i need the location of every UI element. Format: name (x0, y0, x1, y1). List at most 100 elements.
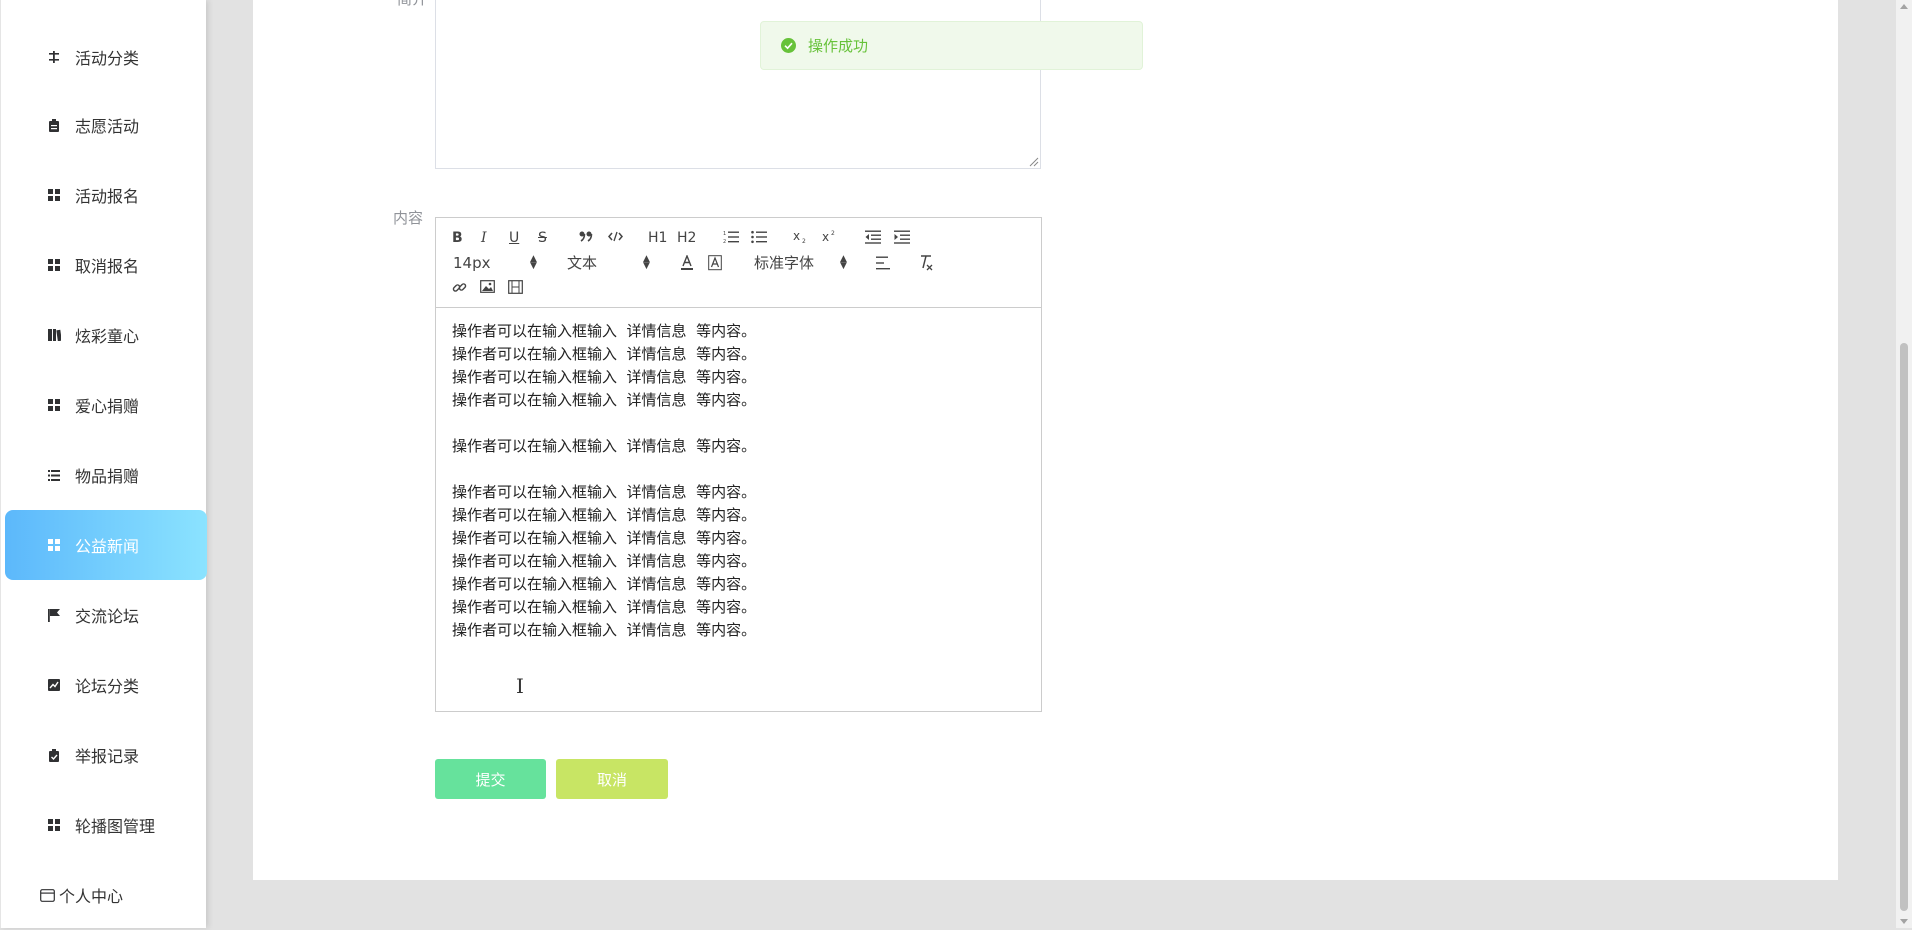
chevron-up-down-icon: ▲ ▼ (643, 254, 650, 271)
ordered-list-icon[interactable]: 12 (723, 230, 739, 244)
underline-button[interactable]: U (509, 230, 519, 246)
chevron-up-down-icon: ▲ ▼ (840, 254, 847, 271)
sidebar-item-label: 交流论坛 (75, 607, 140, 626)
sidebar-item-forum[interactable]: 交流论坛 (5, 580, 207, 650)
editor-paragraph: 操作者可以在输入框输入 详情信息 等内容。 (452, 322, 757, 340)
editor-paragraph: 操作者可以在输入框输入 详情信息 等内容。 (452, 437, 757, 455)
editor-paragraph: 操作者可以在输入框输入 详情信息 等内容。 (452, 552, 757, 570)
blockquote-icon[interactable] (579, 231, 593, 242)
content-label: 内容 (393, 209, 424, 227)
sidebar-item-label: 志愿活动 (75, 117, 140, 136)
svg-text:x: x (793, 230, 800, 243)
sidebar-item-activity-signup[interactable]: 活动报名 (5, 160, 207, 230)
sidebar-item-cancel-signup[interactable]: 取消报名 (5, 230, 207, 300)
editor-paragraph: 操作者可以在输入框输入 详情信息 等内容。 (452, 506, 757, 524)
header-select[interactable]: 文本 ▲ ▼ (567, 254, 659, 272)
success-toast: 操作成功 (760, 21, 1143, 70)
background-color-icon[interactable] (708, 255, 722, 271)
indent-icon[interactable] (894, 230, 910, 244)
link-icon[interactable] (452, 280, 467, 295)
image-icon[interactable] (480, 280, 495, 293)
editor-paragraph: 操作者可以在输入框输入 详情信息 等内容。 (452, 598, 757, 616)
grid-icon (47, 398, 61, 412)
font-family-select[interactable]: 标准字体 ▲ ▼ (754, 254, 854, 272)
sidebar-item-label: 公益新闻 (75, 537, 140, 556)
strike-button[interactable]: S (538, 230, 547, 246)
scroll-up-icon[interactable] (1900, 4, 1908, 9)
editor-paragraph: 操作者可以在输入框输入 详情信息 等内容。 (452, 483, 757, 501)
clipboard-icon (47, 118, 61, 132)
cancel-button[interactable]: 取消 (556, 759, 668, 799)
sliders-icon (47, 50, 61, 64)
italic-button[interactable]: I (481, 230, 487, 246)
sidebar-item-forum-category[interactable]: 论坛分类 (5, 650, 207, 720)
sidebar-menu: 活动分类 志愿活动 活动报名 取消报名 炫彩童心 爱心捐赠 物品捐赠 公益新闻 … (0, 0, 207, 930)
svg-text:1: 1 (723, 231, 726, 237)
check-circle-icon (781, 38, 796, 53)
editor-paragraph: 操作者可以在输入框输入 详情信息 等内容。 (452, 391, 757, 409)
sidebar-item-label: 炫彩童心 (75, 327, 140, 346)
bold-button[interactable]: B (452, 230, 463, 246)
outdent-icon[interactable] (865, 230, 881, 244)
font-family-value: 标准字体 (754, 254, 815, 272)
sidebar-item-label: 个人中心 (59, 887, 124, 906)
font-size-select[interactable]: 14px ▲ ▼ (453, 254, 545, 272)
clear-format-icon[interactable] (917, 255, 934, 271)
editor-paragraph (452, 458, 1032, 481)
sidebar-item-love-donation[interactable]: 爱心捐赠 (5, 370, 207, 440)
sidebar-item-label: 活动报名 (75, 187, 140, 206)
superscript-icon[interactable]: x2 (822, 229, 838, 243)
grid-icon (47, 818, 61, 832)
grid-icon (47, 538, 61, 552)
chart-icon (47, 678, 61, 692)
editor-paragraph: 操作者可以在输入框输入 详情信息 等内容。 (452, 575, 757, 593)
svg-text:x: x (822, 230, 829, 243)
svg-text:2: 2 (723, 239, 726, 244)
code-block-icon[interactable] (608, 231, 623, 242)
sidebar-item-charity-news[interactable]: 公益新闻 (5, 510, 207, 580)
list-icon (47, 468, 61, 482)
scroll-down-icon[interactable] (1900, 919, 1908, 924)
sidebar-item-label: 轮播图管理 (75, 817, 156, 836)
book-icon (47, 328, 61, 342)
editor-paragraph: 操作者可以在输入框输入 详情信息 等内容。 (452, 345, 757, 363)
sidebar-item-report-records[interactable]: 举报记录 (5, 720, 207, 790)
grid-icon (47, 188, 61, 202)
sidebar-item-personal-center[interactable]: 个人中心 (5, 860, 207, 930)
submit-button[interactable]: 提交 (435, 759, 546, 799)
align-icon[interactable] (876, 256, 892, 270)
grid-icon (47, 258, 61, 272)
rich-text-editor: B I U S H1 H2 12 x2 x2 14px ▲ ▼ 文本 ▲ ▼ 标… (435, 217, 1042, 712)
sidebar-item-activity-category[interactable]: 活动分类 (5, 22, 207, 92)
card-icon (39, 888, 55, 902)
summary-label: 简介 (397, 0, 427, 9)
toast-message: 操作成功 (808, 37, 869, 55)
editor-paragraph: 操作者可以在输入框输入 详情信息 等内容。 (452, 621, 757, 639)
page-scrollbar[interactable] (1896, 0, 1912, 928)
bullet-list-icon[interactable] (751, 230, 767, 244)
sidebar-item-label: 活动分类 (75, 49, 140, 68)
sidebar-item-label: 取消报名 (75, 257, 140, 276)
sidebar-item-goods-donation[interactable]: 物品捐赠 (5, 440, 207, 510)
scroll-thumb[interactable] (1900, 343, 1908, 911)
header-2-button[interactable]: H2 (677, 230, 696, 246)
svg-text:2: 2 (831, 230, 835, 237)
font-size-value: 14px (453, 254, 491, 272)
video-icon[interactable] (508, 280, 523, 294)
flag-icon (47, 608, 61, 622)
sidebar-item-label: 爱心捐赠 (75, 397, 140, 416)
header-1-button[interactable]: H1 (648, 230, 667, 246)
resize-handle-icon[interactable] (1029, 157, 1039, 167)
editor-content-area[interactable]: 操作者可以在输入框输入 详情信息 等内容。 操作者可以在输入框输入 详情信息 等内… (452, 320, 1032, 642)
header-value: 文本 (567, 254, 598, 272)
sidebar-item-colorful-childhood[interactable]: 炫彩童心 (5, 300, 207, 370)
font-color-icon[interactable] (680, 255, 694, 271)
sidebar-item-label: 物品捐赠 (75, 467, 140, 486)
sidebar-item-volunteer-activity[interactable]: 志愿活动 (5, 90, 207, 160)
chevron-up-down-icon: ▲ ▼ (530, 254, 537, 271)
svg-text:2: 2 (802, 238, 806, 244)
sidebar-item-carousel-management[interactable]: 轮播图管理 (5, 790, 207, 860)
subscript-icon[interactable]: x2 (793, 230, 809, 244)
editor-toolbar: B I U S H1 H2 12 x2 x2 14px ▲ ▼ 文本 ▲ ▼ 标… (436, 218, 1041, 308)
editor-paragraph: 操作者可以在输入框输入 详情信息 等内容。 (452, 368, 757, 386)
